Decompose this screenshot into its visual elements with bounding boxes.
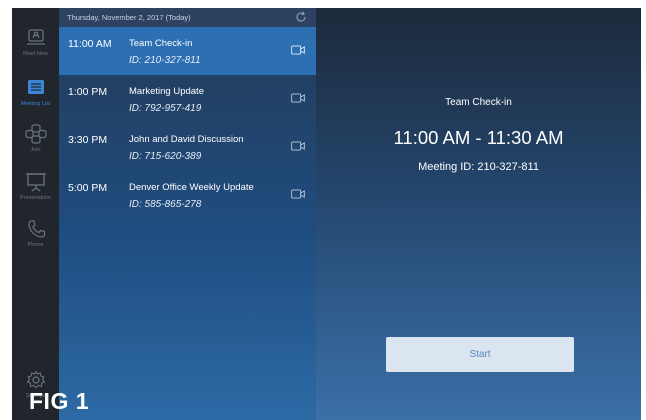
nav-presentation-label: Presentation: [20, 195, 51, 201]
meeting-id: ID: 715-620-389: [129, 151, 202, 162]
nav-meeting-list-label: Meeting List: [20, 101, 51, 107]
meeting-title: John and David Discussion: [129, 134, 244, 145]
list-date-header: Thursday, November 2, 2017 (Today): [59, 8, 316, 27]
meeting-time: 3:30 PM: [68, 134, 108, 146]
meeting-title: Marketing Update: [129, 86, 204, 97]
meeting-detail-panel: Team Check-in 11:00 AM - 11:30 AM Meetin…: [316, 8, 641, 420]
video-camera-icon: [291, 93, 305, 103]
meeting-title: Denver Office Weekly Update: [129, 182, 254, 193]
nav-join[interactable]: Join: [12, 124, 59, 170]
nav-phone-label: Phone: [27, 242, 44, 248]
meeting-row[interactable]: 5:00 PM Denver Office Weekly Update ID: …: [59, 171, 316, 219]
meeting-list-icon: [27, 80, 44, 94]
join-icon: [24, 124, 47, 144]
nav-presentation[interactable]: Presentation: [12, 172, 59, 218]
refresh-icon[interactable]: [295, 11, 307, 23]
nav-join-label: Join: [30, 147, 41, 153]
phone-icon: [27, 220, 45, 238]
meeting-time: 5:00 PM: [68, 182, 108, 194]
meeting-row[interactable]: 11:00 AM Team Check-in ID: 210-327-811: [59, 27, 316, 75]
meeting-row[interactable]: 3:30 PM John and David Discussion ID: 71…: [59, 123, 316, 171]
meet-now-icon: [26, 29, 45, 45]
video-camera-icon: [291, 45, 305, 55]
meeting-title: Team Check-in: [129, 38, 193, 49]
nav-meet-now-label: Meet Now: [23, 51, 48, 57]
meeting-id: ID: 585-865-278: [129, 199, 202, 210]
meeting-id: ID: 792-957-419: [129, 103, 202, 114]
meeting-list: Thursday, November 2, 2017 (Today) 11:00…: [59, 8, 316, 420]
video-camera-icon: [291, 189, 305, 199]
nav-meeting-list[interactable]: Meeting List: [12, 78, 59, 124]
figure-label: FIG 1: [29, 388, 90, 414]
presentation-icon: [25, 173, 46, 192]
nav-meet-now[interactable]: Meet Now: [12, 28, 59, 74]
zoom-rooms-window: Meet Now Meeting List Join Presentation …: [12, 8, 641, 420]
gear-icon: [26, 370, 45, 389]
video-camera-icon: [291, 141, 305, 151]
side-nav: Meet Now Meeting List Join Presentation …: [12, 8, 59, 420]
detail-meeting-id: Meeting ID: 210-327-811: [418, 161, 539, 173]
detail-time-range: 11:00 AM - 11:30 AM: [393, 127, 564, 148]
detail-meeting-title: Team Check-in: [445, 97, 512, 108]
nav-phone[interactable]: Phone: [12, 219, 59, 265]
meeting-time: 1:00 PM: [68, 86, 108, 98]
date-label: Thursday, November 2, 2017 (Today): [67, 13, 191, 22]
start-button[interactable]: Start: [386, 337, 574, 372]
meeting-row[interactable]: 1:00 PM Marketing Update ID: 792-957-419: [59, 75, 316, 123]
meeting-time: 11:00 AM: [68, 38, 112, 50]
meeting-id: ID: 210-327-811: [129, 55, 201, 66]
